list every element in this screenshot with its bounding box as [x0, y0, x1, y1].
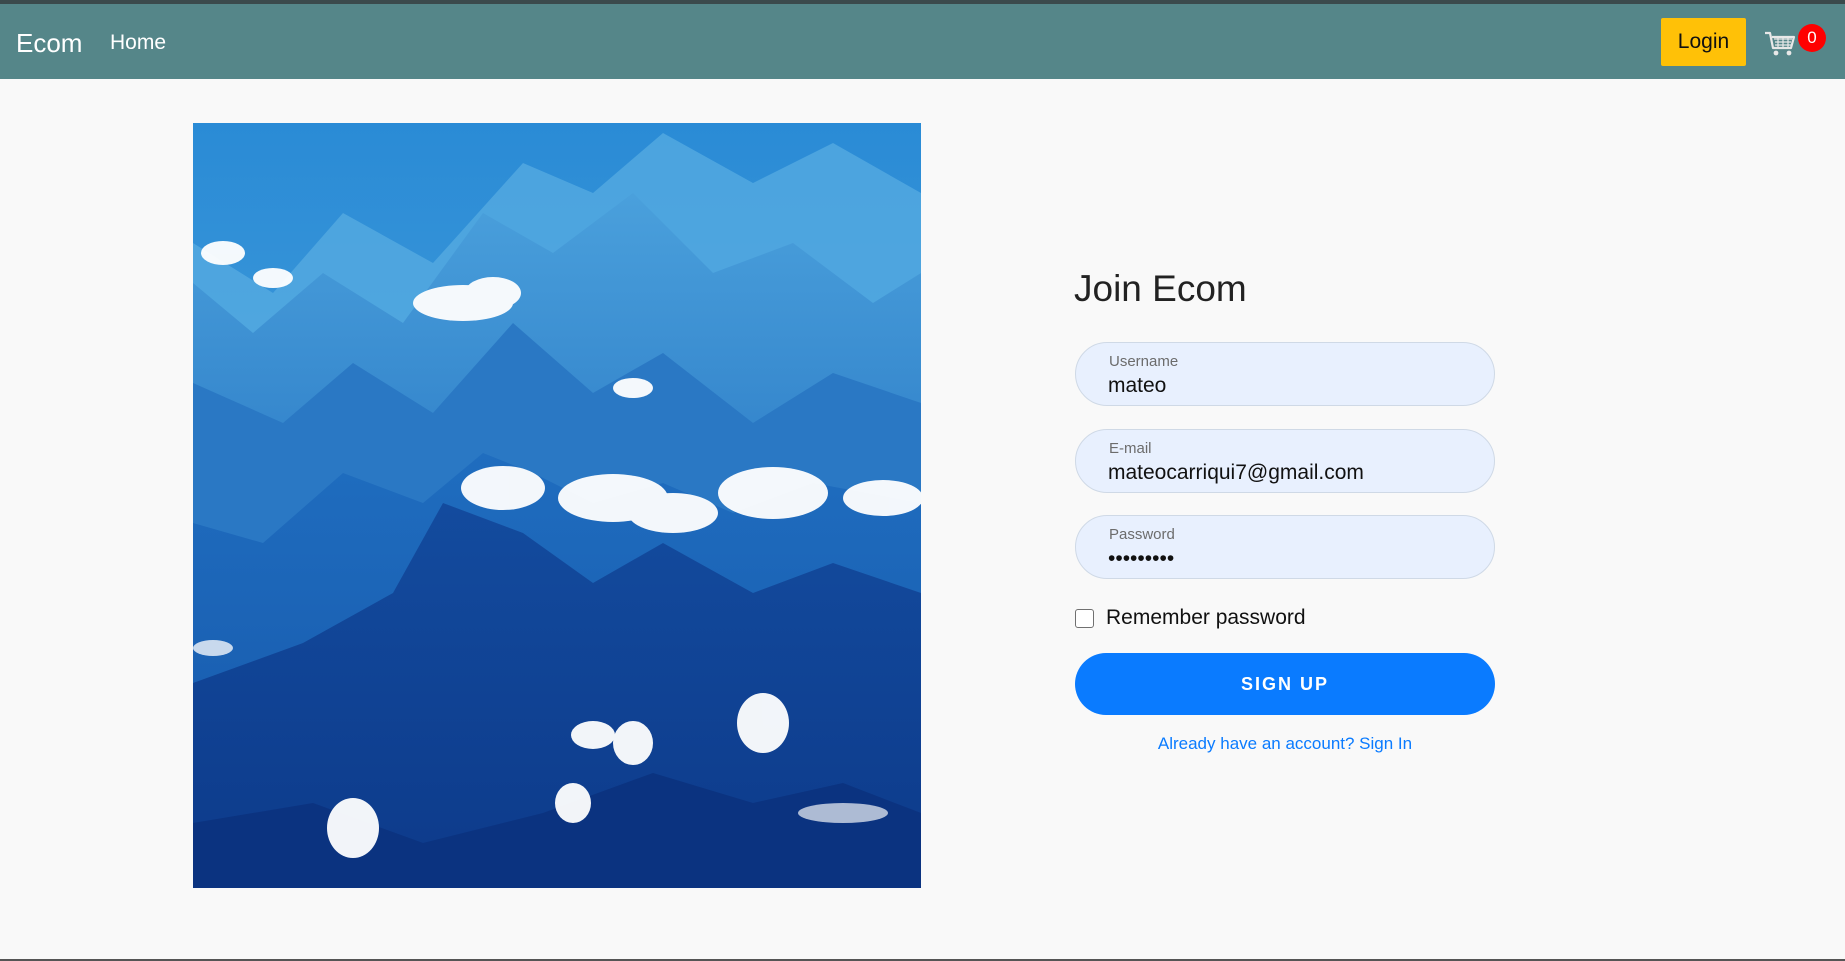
password-label: Password — [1109, 526, 1175, 543]
cart-icon — [1765, 31, 1796, 56]
nav-home-link[interactable]: Home — [110, 31, 166, 55]
username-field[interactable]: Username — [1075, 342, 1495, 406]
brand-logo-link[interactable]: Ecom — [16, 28, 82, 59]
email-label: E-mail — [1109, 440, 1152, 457]
remember-password-checkbox[interactable] — [1075, 608, 1094, 628]
email-input[interactable] — [1108, 460, 1468, 486]
remember-password-row[interactable]: Remember password — [1075, 605, 1306, 631]
cart-count-badge: 0 — [1798, 24, 1826, 52]
password-input[interactable] — [1108, 546, 1468, 572]
sign-up-button[interactable]: SIGN UP — [1075, 653, 1495, 715]
password-field[interactable]: Password — [1075, 515, 1495, 579]
mountain-landscape-image — [193, 123, 921, 888]
login-button[interactable]: Login — [1661, 18, 1746, 66]
sign-in-link[interactable]: Already have an account? Sign In — [1075, 734, 1495, 754]
top-navbar: Ecom Home Login 0 — [0, 4, 1845, 79]
remember-password-label[interactable]: Remember password — [1106, 606, 1306, 630]
cart-button[interactable]: 0 — [1764, 24, 1826, 64]
username-label: Username — [1109, 353, 1179, 370]
email-field[interactable]: E-mail — [1075, 429, 1495, 493]
username-input[interactable] — [1108, 373, 1468, 399]
form-title: Join Ecom — [1074, 268, 1247, 309]
